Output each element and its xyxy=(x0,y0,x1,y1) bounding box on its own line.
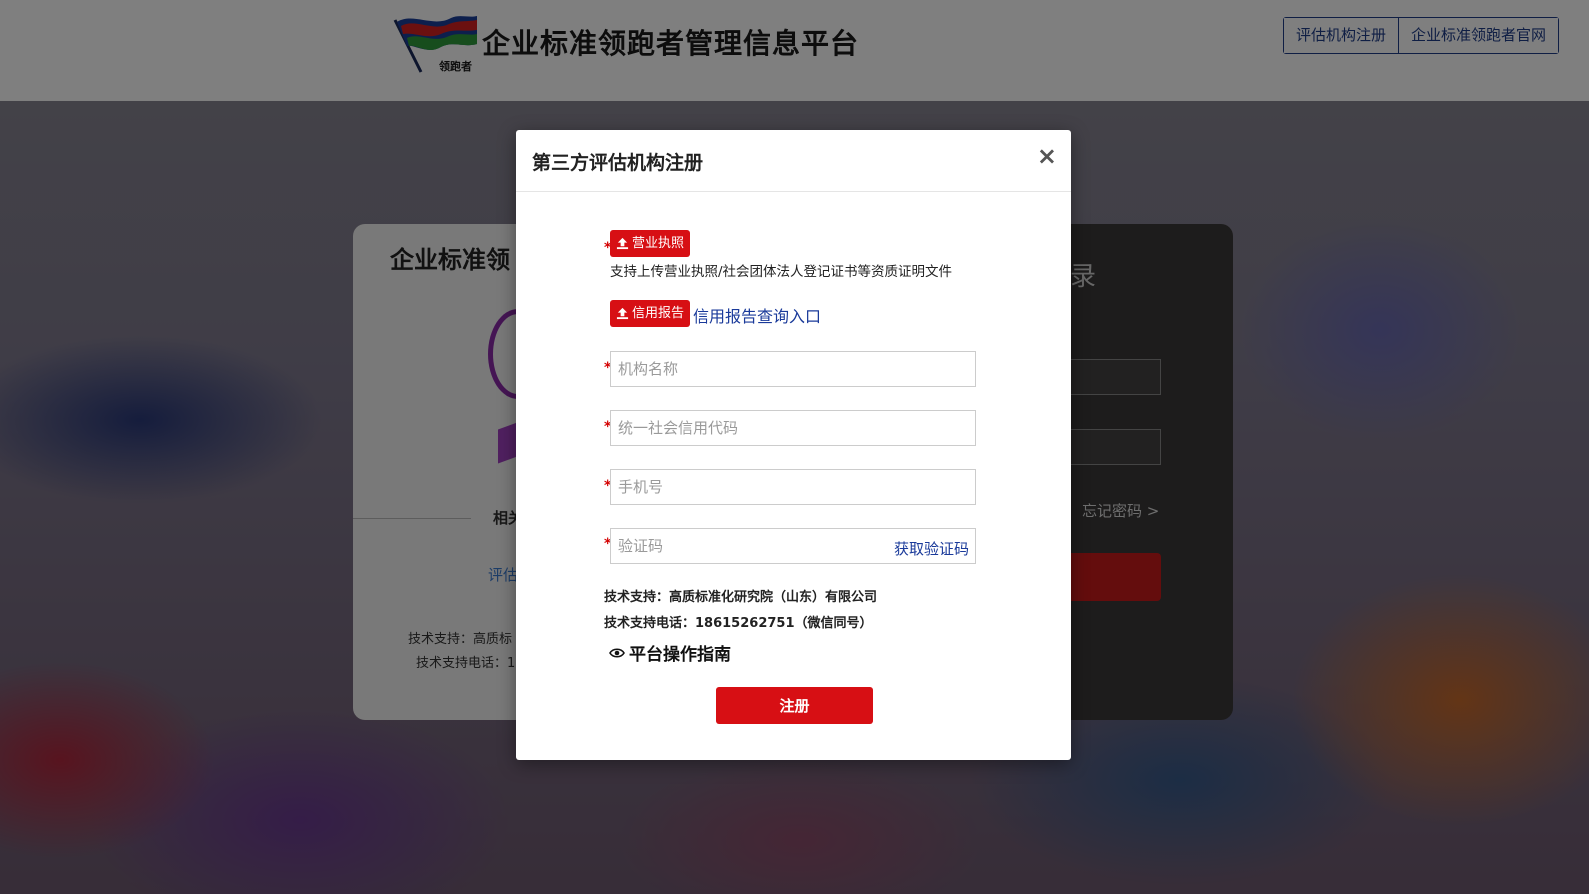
modal-title: 第三方评估机构注册 xyxy=(532,152,704,174)
org-name-input[interactable] xyxy=(610,351,976,387)
operation-guide-link[interactable]: 平台操作指南 xyxy=(609,640,731,665)
modal-header: 第三方评估机构注册 × xyxy=(516,130,1071,192)
upload-business-license-label: 营业执照 xyxy=(632,236,685,251)
phone-input[interactable] xyxy=(610,469,976,505)
support-text: 技术支持：高质标准化研究院（山东）有限公司 xyxy=(604,590,878,605)
register-submit-button[interactable]: 注册 xyxy=(716,687,873,724)
close-icon[interactable]: × xyxy=(1037,144,1057,168)
upload-credit-report-button[interactable]: 信用报告 xyxy=(610,300,691,327)
support-phone-text: 技术支持电话：18615262751（微信同号） xyxy=(604,616,873,631)
credit-code-input[interactable] xyxy=(610,410,976,446)
upload-icon xyxy=(616,307,629,320)
upload-credit-report-label: 信用报告 xyxy=(632,306,685,321)
upload-icon xyxy=(616,237,629,250)
register-modal: 第三方评估机构注册 × * 营业执照 支持上传营业执照/社会团体法人登记证书等资… xyxy=(516,130,1071,760)
upload-business-license-button[interactable]: 营业执照 xyxy=(610,230,691,257)
get-verify-code-button[interactable]: 获取验证码 xyxy=(894,538,969,559)
eye-icon xyxy=(609,647,625,658)
business-license-hint: 支持上传营业执照/社会团体法人登记证书等资质证明文件 xyxy=(610,264,953,280)
operation-guide-label: 平台操作指南 xyxy=(629,645,731,665)
credit-report-query-link[interactable]: 信用报告查询入口 xyxy=(693,303,821,327)
